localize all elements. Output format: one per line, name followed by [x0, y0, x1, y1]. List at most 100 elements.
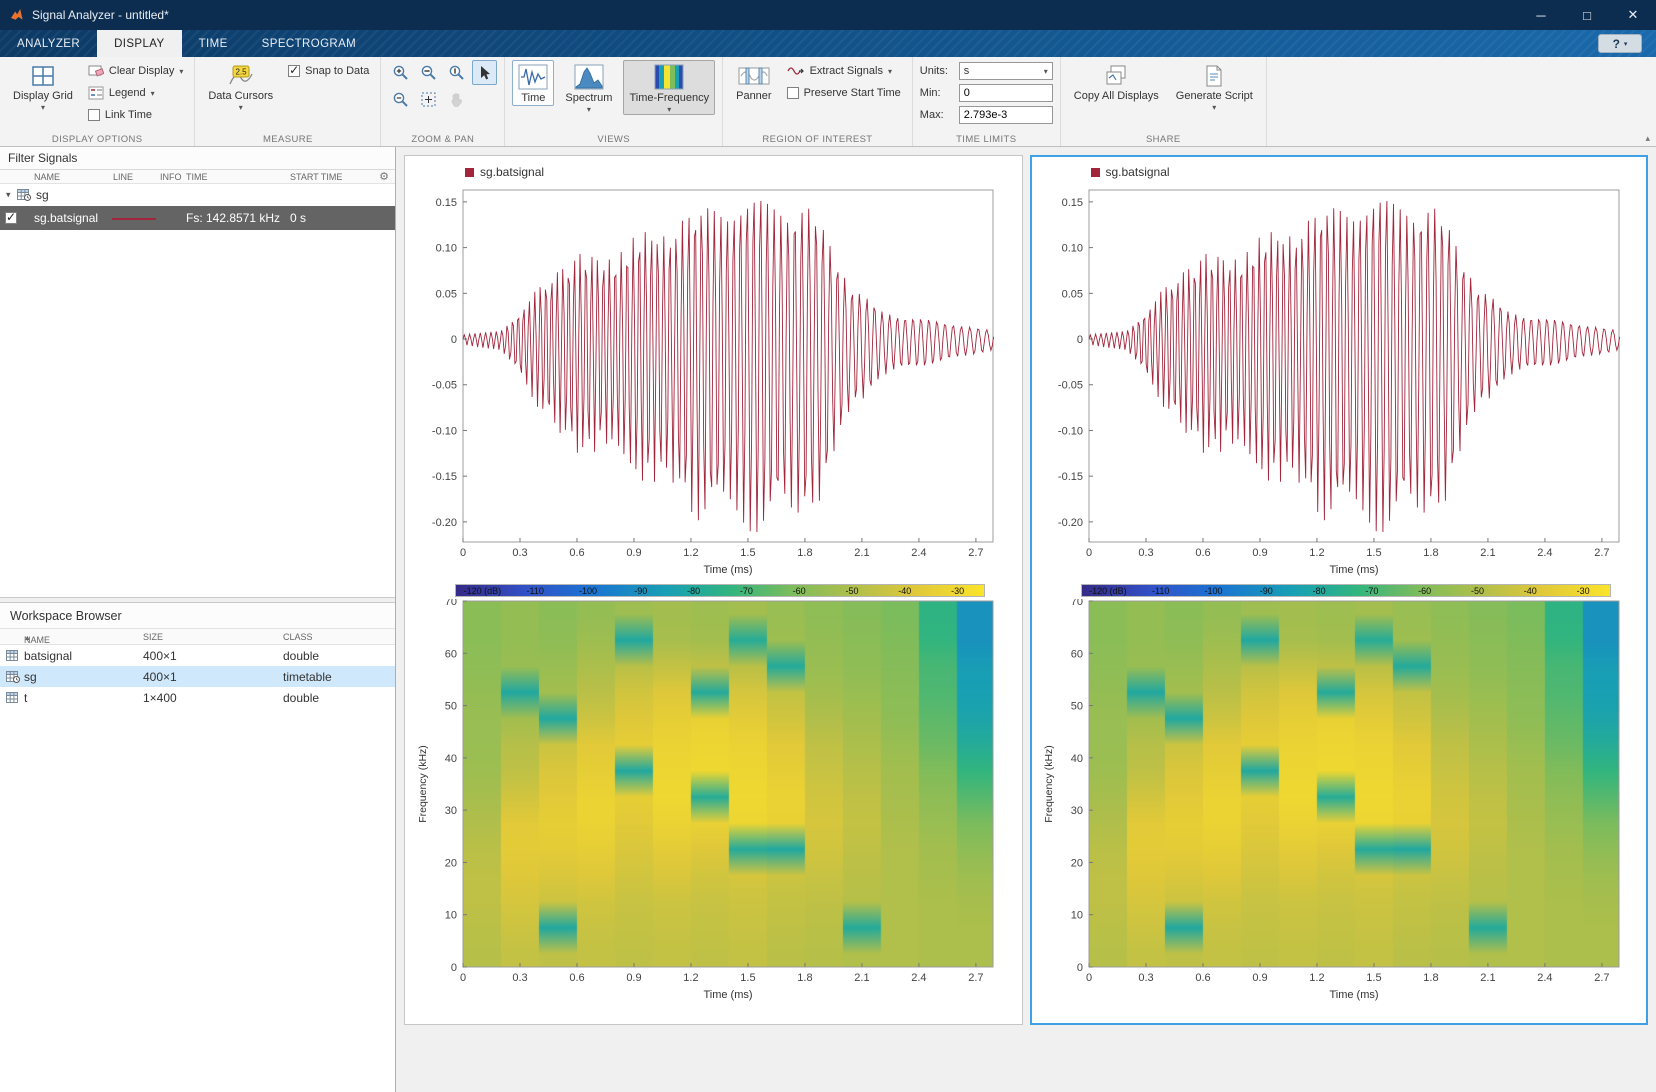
spectrogram-y-tick-labels: 0 10 20 30 40 50 60 70 [445, 599, 457, 974]
spectrogram-plot[interactable]: 0 0.3 0.6 0.9 1.2 1.5 1.8 2.1 2.4 2.7 0 10 20 30 40 50 6… [1041, 599, 1637, 1003]
fit-view-button[interactable] [416, 87, 441, 112]
legend-icon [88, 86, 104, 100]
clear-display-button[interactable]: Clear Display ▾ [84, 60, 187, 82]
waveform-plot[interactable]: 0 0.3 0.6 0.9 1.2 1.5 1.8 2.1 2.4 2.7 0.15 0.10 0.05… [415, 182, 1011, 578]
pointer-button[interactable] [472, 60, 498, 85]
svg-text:-0.15: -0.15 [432, 471, 457, 483]
tab-analyzer[interactable]: ANALYZER [0, 30, 97, 57]
display-grid-icon [32, 66, 54, 86]
display-panel-1[interactable]: sg.batsignal 0 0.3 0.6 0.9 1.2 1.5 1.8 2.1 2.4 2.7… [404, 155, 1023, 1025]
svg-text:0.9: 0.9 [627, 547, 642, 559]
spectrogram-axes: 0 0.3 0.6 0.9 1.2 1.5 1.8 2.1 2.4 2.7 0 10 20 30 40 50 6… [417, 599, 994, 1001]
spectrogram-ylabel: Frequency (kHz) [417, 745, 429, 823]
svg-text:1.8: 1.8 [1423, 972, 1438, 984]
pan-button[interactable] [444, 87, 469, 112]
variable-name: t [24, 690, 28, 705]
svg-text:0.6: 0.6 [1195, 972, 1210, 984]
svg-text:0.6: 0.6 [570, 972, 585, 984]
tab-spectrogram[interactable]: SPECTROGRAM [245, 30, 374, 57]
ribbon-section-label: SHARE [1145, 134, 1181, 145]
spectrum-view-button[interactable]: Spectrum ▾ [559, 60, 618, 115]
waveform-xlabel: Time (ms) [1329, 564, 1378, 576]
chevron-down-icon: ▾ [238, 103, 243, 112]
svg-text:2.4: 2.4 [912, 547, 927, 559]
max-time-input[interactable] [958, 106, 1053, 124]
link-time-checkbox[interactable]: Link Time [84, 104, 187, 126]
colorbar-tick-label: -70 [1365, 586, 1379, 596]
workspace-row-batsignal[interactable]: batsignal 400×1 double [0, 645, 395, 666]
colorbar-tick-label: -80 [1312, 586, 1326, 596]
close-button[interactable]: ✕ [1610, 0, 1656, 30]
zoom-x-button[interactable] [416, 60, 441, 85]
signal-line-swatch [112, 218, 156, 220]
svg-text:0: 0 [1086, 547, 1092, 559]
preserve-start-time-checkbox-box[interactable] [786, 87, 799, 99]
svg-text:-0.10: -0.10 [432, 425, 457, 437]
workspace-row-t[interactable]: t 1×400 double [0, 687, 395, 708]
waveform-y-tick-labels: 0.15 0.10 0.05 0 -0.05 -0.10 -0.15 -0.20 [1058, 197, 1083, 529]
waveform-x-tick-labels: 0 0.3 0.6 0.9 1.2 1.5 1.8 2.1 2.4 2.7 [460, 547, 984, 559]
svg-text:1.5: 1.5 [741, 972, 756, 984]
spectrogram-x-tick-labels: 0 0.3 0.6 0.9 1.2 1.5 1.8 2.1 2.4 2.7 [1086, 972, 1610, 984]
signal-group-row[interactable]: ▾ sg [0, 184, 395, 206]
tab-time[interactable]: TIME [182, 30, 245, 57]
display-panel-2[interactable]: sg.batsignal 0 0.3 0.6 0.9 1.2 1.5 1.8 2.1 2.4 2.7… [1029, 155, 1648, 1025]
preserve-start-time-checkbox[interactable]: Preserve Start Time [783, 82, 905, 104]
units-select[interactable]: s ▾ [958, 62, 1053, 80]
legend-button[interactable]: Legend ▾ [84, 82, 187, 104]
maximize-button[interactable]: □ [1564, 0, 1610, 30]
svg-text:1.2: 1.2 [1309, 547, 1324, 559]
table-settings-gear-icon[interactable]: ⚙ [379, 170, 389, 183]
spectrogram-plot[interactable]: 0 0.3 0.6 0.9 1.2 1.5 1.8 2.1 2.4 2.7 0 10 20 30 40 50 6… [415, 599, 1011, 1003]
variable-name: sg [24, 669, 37, 684]
min-time-input[interactable] [958, 84, 1053, 102]
time-view-button[interactable]: Time [512, 60, 555, 106]
legend-color-swatch [465, 167, 474, 177]
svg-text:-0.10: -0.10 [1058, 425, 1083, 437]
units-label: Units: [919, 65, 948, 77]
snap-to-data-checkbox-box[interactable] [288, 63, 301, 77]
svg-text:0: 0 [460, 972, 466, 984]
workspace-row-sg[interactable]: sg 400×1 timetable [0, 666, 395, 687]
plot-legend[interactable]: sg.batsignal [465, 162, 1020, 182]
collapse-ribbon-button[interactable]: ▴ [1645, 133, 1650, 144]
tree-expander-icon[interactable]: ▾ [6, 190, 11, 201]
matrix-icon [6, 691, 18, 703]
signal-visible-checkbox[interactable] [5, 210, 17, 224]
minimize-button[interactable]: ─ [1518, 0, 1564, 30]
zoom-out-button[interactable] [388, 87, 413, 112]
pointer-arrow-icon [480, 65, 490, 79]
time-frequency-view-button[interactable]: Time-Frequency ▾ [623, 60, 716, 115]
variable-size: 1×400 [143, 690, 177, 705]
ribbon-group-display-options: Display Grid ▾ Clear Display ▾ Legend ▾ … [0, 57, 196, 146]
plot-legend[interactable]: sg.batsignal [1090, 162, 1646, 182]
svg-text:0.15: 0.15 [1061, 197, 1082, 209]
waveform-plot[interactable]: 0 0.3 0.6 0.9 1.2 1.5 1.8 2.1 2.4 2.7 0.15 0.10 0.05… [1041, 182, 1637, 578]
spectrum-view-icon [574, 64, 604, 90]
copy-all-displays-button[interactable]: Copy All Displays [1068, 60, 1165, 104]
snap-to-data-checkbox[interactable]: Snap to Data [284, 60, 373, 82]
data-cursors-button[interactable]: 2.5 Data Cursors ▾ [202, 60, 279, 113]
app-logo-icon [11, 9, 23, 20]
colorbar-tick-label: -80 [687, 586, 701, 596]
generate-script-button[interactable]: Generate Script ▾ [1170, 60, 1259, 113]
svg-text:2.4: 2.4 [912, 972, 927, 984]
help-button[interactable]: ? ▾ [1598, 34, 1642, 53]
zoom-y-button[interactable] [444, 60, 469, 85]
variable-class: double [283, 690, 320, 705]
link-time-checkbox-box[interactable] [87, 109, 100, 121]
spectrogram-y-tick-labels: 0 10 20 30 40 50 60 70 [1071, 599, 1083, 974]
svg-text:-0.05: -0.05 [1058, 380, 1083, 392]
colorbar-tick-label: -60 [792, 586, 806, 596]
zoom-in-button[interactable] [388, 60, 413, 85]
zoom-out-icon [394, 92, 409, 107]
display-grid-button[interactable]: Display Grid ▾ [7, 60, 79, 113]
filter-signals-input[interactable] [0, 151, 200, 165]
panner-button[interactable]: Panner [730, 60, 777, 104]
signal-row[interactable]: sg.batsignal Fs: 142.8571 kHz 0 s [0, 206, 395, 230]
tab-display[interactable]: DISPLAY [97, 30, 182, 57]
extract-signals-button[interactable]: Extract Signals ▾ [783, 60, 905, 82]
svg-text:1.8: 1.8 [1423, 547, 1438, 559]
clear-display-icon [88, 65, 104, 77]
colorbar-tick-label: -40 [1523, 586, 1537, 596]
